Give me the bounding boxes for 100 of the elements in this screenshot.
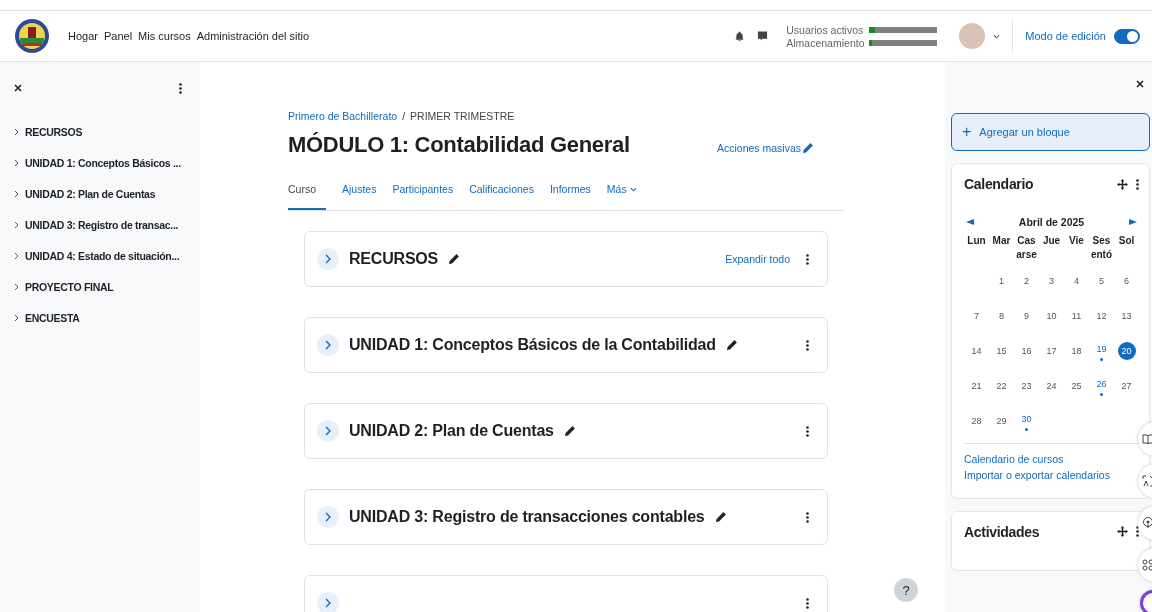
calendar-day[interactable]: 21 bbox=[967, 376, 986, 395]
weekday-label: Sesentó bbox=[1089, 234, 1114, 262]
previous-month-arrow-icon[interactable] bbox=[966, 219, 974, 225]
calendar-day[interactable]: 1 bbox=[992, 271, 1011, 290]
chevron-icon[interactable] bbox=[14, 128, 19, 136]
calendar-day[interactable]: 5 bbox=[1092, 271, 1111, 290]
nav-link[interactable]: Mis cursos bbox=[138, 30, 191, 42]
calendar-link[interactable]: Calendario de cursos bbox=[964, 452, 1139, 468]
edit-mode-toggle[interactable] bbox=[1114, 28, 1140, 44]
course-index-item[interactable]: UNIDAD 1: Conceptos Básicos ... bbox=[25, 157, 181, 169]
course-tab[interactable]: Más bbox=[606, 178, 637, 210]
kebab-menu-icon[interactable] bbox=[806, 425, 809, 437]
calendar-day[interactable]: 27 bbox=[1117, 376, 1136, 395]
weekday-label: Mar bbox=[991, 234, 1012, 248]
pencil-icon[interactable] bbox=[725, 339, 738, 351]
chevron-icon[interactable] bbox=[14, 252, 19, 260]
calendar-day[interactable]: 3 bbox=[1042, 271, 1061, 290]
stat-label: Usuarios activos bbox=[786, 23, 865, 36]
calendar-day[interactable]: 9 bbox=[1017, 306, 1036, 325]
chevron-icon[interactable] bbox=[14, 221, 19, 229]
calendar-day[interactable]: 6 bbox=[1117, 271, 1136, 290]
calendar-day[interactable]: 2 bbox=[1017, 271, 1036, 290]
kebab-menu-icon[interactable] bbox=[806, 253, 809, 265]
breadcrumb-separator: / bbox=[402, 110, 406, 122]
chevron-icon[interactable] bbox=[325, 598, 331, 608]
kebab-menu-icon[interactable] bbox=[179, 82, 182, 94]
plus-icon[interactable]: + bbox=[962, 123, 972, 141]
course-tab[interactable]: Curso bbox=[288, 178, 326, 210]
kebab-menu-icon[interactable] bbox=[806, 597, 809, 609]
course-index-item[interactable]: RECURSOS bbox=[25, 126, 83, 138]
kebab-menu-icon[interactable] bbox=[806, 339, 809, 351]
bell-icon[interactable] bbox=[734, 30, 746, 42]
kebab-menu-icon[interactable] bbox=[1136, 526, 1139, 537]
calendar-day[interactable]: 10 bbox=[1042, 306, 1061, 325]
calendar-day[interactable]: 19 bbox=[1092, 340, 1111, 358]
calendar-day[interactable]: 13 bbox=[1117, 306, 1136, 325]
calendar-day[interactable]: 8 bbox=[992, 306, 1011, 325]
section-title: UNIDAD 2: Plan de Cuentas bbox=[349, 422, 554, 440]
calendar-day[interactable]: 22 bbox=[992, 376, 1011, 395]
caret-icon[interactable] bbox=[993, 33, 1001, 39]
calendar-day[interactable]: 26 bbox=[1092, 375, 1111, 393]
chevron-icon[interactable] bbox=[325, 426, 331, 436]
chevron-icon[interactable] bbox=[325, 254, 331, 264]
school-crest-logo[interactable] bbox=[14, 18, 50, 54]
nav-link[interactable]: Administración del sitio bbox=[196, 30, 310, 42]
course-index-item[interactable]: UNIDAD 4: Estado de situación... bbox=[25, 250, 180, 262]
course-tab[interactable]: Calificaciones bbox=[469, 178, 534, 210]
pencil-icon[interactable] bbox=[448, 253, 461, 265]
calendar-day[interactable]: 7 bbox=[967, 306, 986, 325]
pencil-icon[interactable] bbox=[563, 425, 576, 437]
breadcrumb-link[interactable]: Primero de Bachillerato bbox=[288, 110, 398, 122]
message-icon[interactable] bbox=[757, 30, 769, 42]
calendar-day[interactable]: 29 bbox=[992, 411, 1011, 430]
calendar-link[interactable]: Importar o exportar calendarios bbox=[964, 467, 1139, 484]
breadcrumb-current: PRIMER TRIMESTRE bbox=[410, 110, 515, 122]
course-tab[interactable]: Informes bbox=[549, 178, 591, 210]
chevron-icon[interactable] bbox=[14, 159, 19, 167]
kebab-menu-icon[interactable] bbox=[1136, 178, 1139, 190]
chevron-icon[interactable] bbox=[14, 314, 19, 322]
chevron-icon[interactable] bbox=[14, 190, 19, 198]
calendar-day[interactable]: 23 bbox=[1017, 376, 1036, 395]
nav-link[interactable]: Hogar bbox=[68, 30, 98, 42]
pencil-icon[interactable] bbox=[714, 511, 727, 523]
nav-link[interactable]: Panel bbox=[103, 30, 133, 42]
chevron-icon[interactable] bbox=[14, 283, 19, 291]
course-tab[interactable]: Participantes bbox=[392, 178, 454, 210]
event-dot bbox=[1100, 358, 1103, 361]
course-index-item[interactable]: UNIDAD 3: Registro de transac... bbox=[25, 219, 179, 231]
kebab-menu-icon[interactable] bbox=[806, 511, 809, 523]
bulk-actions-link[interactable]: Acciones masivas bbox=[716, 142, 814, 154]
calendar-day[interactable]: 11 bbox=[1067, 306, 1086, 325]
chevron-icon[interactable] bbox=[325, 512, 331, 522]
move-icon[interactable] bbox=[1117, 526, 1128, 537]
move-icon[interactable] bbox=[1117, 178, 1128, 190]
calendar-day[interactable]: 16 bbox=[1017, 341, 1036, 360]
next-month-arrow-icon[interactable] bbox=[1129, 219, 1137, 225]
calendar-day[interactable]: 14 bbox=[967, 341, 986, 360]
close-icon[interactable] bbox=[1136, 80, 1144, 88]
calendar-day[interactable]: 17 bbox=[1042, 341, 1061, 360]
close-icon[interactable] bbox=[14, 84, 22, 92]
calendar-day[interactable]: 30 bbox=[1017, 410, 1036, 428]
block-title: Calendario bbox=[964, 176, 1034, 192]
calendar-day[interactable]: 15 bbox=[992, 341, 1011, 360]
calendar-day[interactable]: 20 bbox=[1117, 341, 1136, 360]
calendar-day[interactable]: 24 bbox=[1042, 376, 1061, 395]
calendar-day[interactable]: 4 bbox=[1067, 271, 1086, 290]
calendar-day[interactable]: 12 bbox=[1092, 306, 1111, 325]
caret-icon[interactable] bbox=[629, 186, 637, 192]
course-index-item[interactable]: ENCUESTA bbox=[25, 312, 80, 324]
calendar-day[interactable]: 18 bbox=[1067, 341, 1086, 360]
add-block-button[interactable]: + Agregar un bloque bbox=[951, 113, 1150, 151]
block-title: Actividades bbox=[964, 523, 1040, 540]
calendar-day[interactable]: 28 bbox=[967, 411, 986, 430]
course-tab[interactable]: Ajustes bbox=[342, 178, 377, 210]
expand-all-link[interactable]: Expandir todo bbox=[725, 253, 790, 265]
help-button[interactable]: ? bbox=[894, 578, 918, 602]
chevron-icon[interactable] bbox=[325, 340, 331, 350]
course-index-item[interactable]: UNIDAD 2: Plan de Cuentas bbox=[25, 188, 156, 200]
calendar-day[interactable]: 25 bbox=[1067, 376, 1086, 395]
course-index-item[interactable]: PROYECTO FINAL bbox=[25, 281, 114, 293]
